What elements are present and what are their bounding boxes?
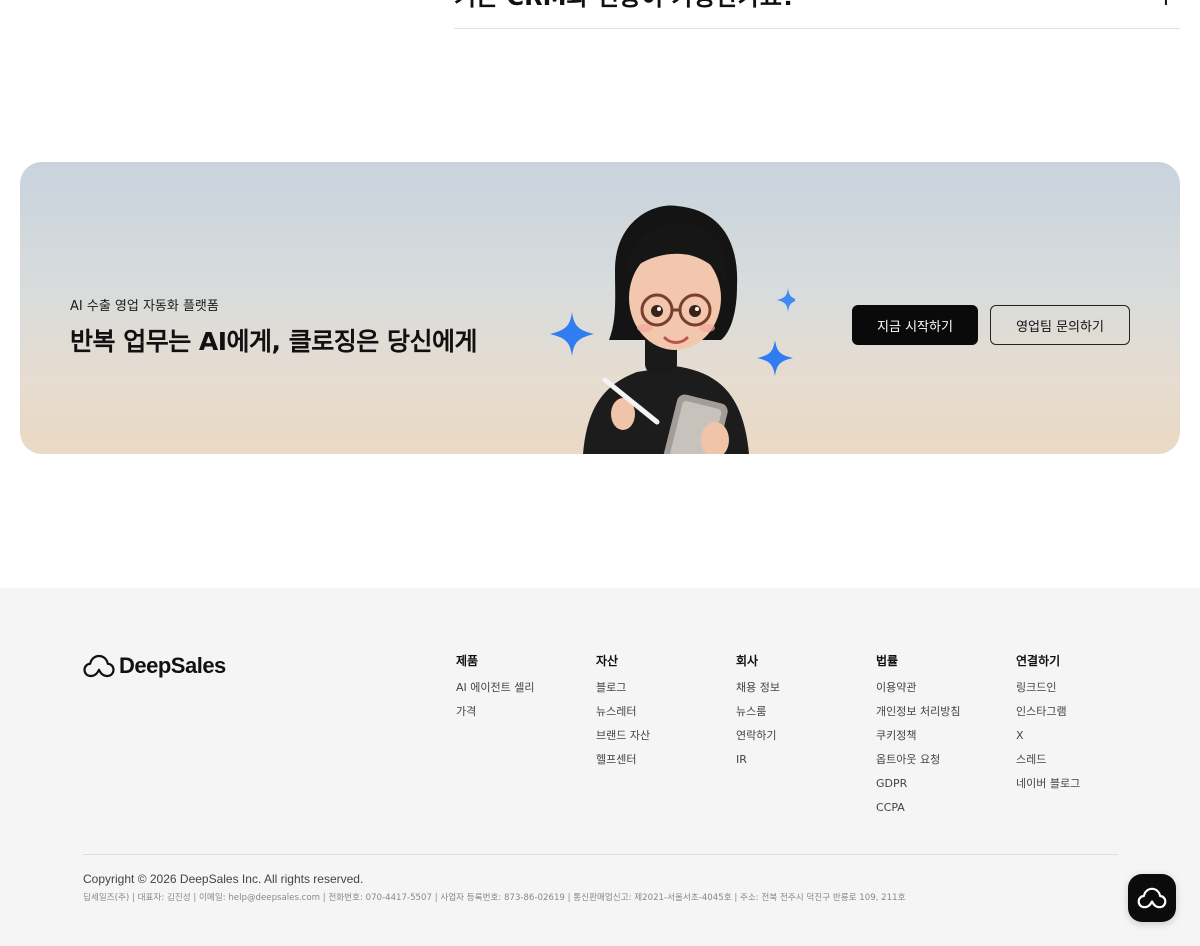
footer-link[interactable]: 스레드: [1016, 753, 1146, 767]
company-info-text: 딥세일즈(주) | 대표자: 김진성 | 이메일: help@deepsales…: [83, 893, 906, 903]
sparkle-icon: [550, 312, 594, 356]
footer-divider: [83, 854, 1118, 855]
copyright-text: Copyright © 2026 DeepSales Inc. All righ…: [83, 872, 364, 886]
footer-column-resources: 자산 블로그 뉴스레터 브랜드 자산 헬프센터: [596, 654, 726, 777]
footer-link[interactable]: 브랜드 자산: [596, 729, 726, 743]
footer-link[interactable]: 옵트아웃 요청: [876, 753, 1006, 767]
cloud-icon: [83, 654, 115, 678]
ai-sales-agent-illustration: [550, 205, 795, 454]
footer-link[interactable]: 이용약관: [876, 681, 1006, 695]
footer-column-heading: 제품: [456, 654, 479, 668]
deepsales-logo[interactable]: DeepSales: [83, 653, 226, 679]
faq-question: 기존 CRM과 연동이 가능한가요?: [454, 0, 796, 12]
start-now-button[interactable]: 지금 시작하기: [852, 305, 978, 345]
footer-column-product: 제품 AI 에이전트 셀리 가격: [456, 654, 586, 729]
footer-link[interactable]: 네이버 블로그: [1016, 777, 1146, 791]
footer-link[interactable]: 헬프센터: [596, 753, 726, 767]
footer-column-connect: 연결하기 링크드인 인스타그램 X 스레드 네이버 블로그: [1016, 654, 1146, 801]
sparkle-icon: [777, 288, 795, 312]
plus-icon[interactable]: +: [1156, 0, 1176, 12]
site-footer: DeepSales 제품 AI 에이전트 셀리 가격 자산 블로그 뉴스레터 브…: [0, 588, 1200, 946]
footer-link[interactable]: 뉴스레터: [596, 705, 726, 719]
footer-link[interactable]: 연락하기: [736, 729, 866, 743]
chat-widget-button[interactable]: [1128, 874, 1176, 922]
footer-column-heading: 연결하기: [1016, 654, 1061, 668]
sparkle-icon: [757, 340, 793, 376]
footer-link[interactable]: X: [1016, 729, 1146, 743]
footer-link[interactable]: 블로그: [596, 681, 726, 695]
footer-link[interactable]: GDPR: [876, 777, 1006, 791]
footer-link[interactable]: 쿠키정책: [876, 729, 1006, 743]
footer-column-company: 회사 채용 정보 뉴스룸 연락하기 IR: [736, 654, 866, 777]
contact-sales-button[interactable]: 영업팀 문의하기: [990, 305, 1130, 345]
footer-link[interactable]: 인스타그램: [1016, 705, 1146, 719]
footer-link[interactable]: CCPA: [876, 801, 1006, 815]
footer-column-legal: 법률 이용약관 개인정보 처리방침 쿠키정책 옵트아웃 요청 GDPR CCPA: [876, 654, 1006, 825]
cta-kicker: AI 수출 영업 자동화 플랫폼: [70, 299, 219, 314]
footer-column-heading: 자산: [596, 654, 619, 668]
cta-title: 반복 업무는 AI에게, 클로징은 당신에게: [70, 327, 477, 356]
footer-link[interactable]: IR: [736, 753, 866, 767]
footer-link[interactable]: 개인정보 처리방침: [876, 705, 1006, 719]
footer-link[interactable]: AI 에이전트 셀리: [456, 681, 586, 695]
footer-link[interactable]: 뉴스룸: [736, 705, 866, 719]
footer-link[interactable]: 링크드인: [1016, 681, 1146, 695]
footer-column-heading: 법률: [876, 654, 899, 668]
logo-text: DeepSales: [119, 653, 226, 678]
footer-link[interactable]: 가격: [456, 705, 586, 719]
footer-column-heading: 회사: [736, 654, 759, 668]
footer-link[interactable]: 채용 정보: [736, 681, 866, 695]
cta-banner: AI 수출 영업 자동화 플랫폼 반복 업무는 AI에게, 클로징은 당신에게: [20, 162, 1180, 454]
cloud-chat-icon: [1137, 887, 1167, 909]
faq-item[interactable]: 기존 CRM과 연동이 가능한가요? +: [454, 0, 1180, 29]
